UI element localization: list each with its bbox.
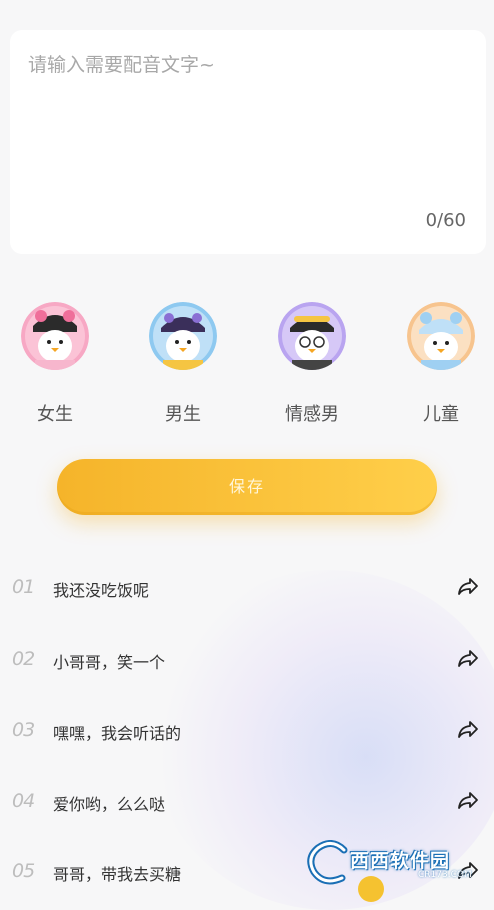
phrase-number: 01 bbox=[12, 576, 35, 598]
voice-label-male: 男生 bbox=[165, 404, 201, 425]
share-icon[interactable] bbox=[456, 858, 480, 882]
phrase-text: 哥哥，带我去买糖 bbox=[53, 865, 182, 884]
phrase-item[interactable]: 01 我还没吃饭呢 bbox=[0, 568, 494, 608]
phrase-number: 03 bbox=[12, 719, 35, 741]
emotional-male-avatar bbox=[278, 302, 346, 370]
phrase-item[interactable]: 03 嘿嘿，我会听话的 bbox=[0, 711, 494, 751]
phrase-number: 04 bbox=[12, 790, 35, 812]
text-input-card: 0/60 bbox=[10, 30, 486, 254]
female-avatar bbox=[21, 302, 89, 370]
phrase-text: 爱你哟，么么哒 bbox=[53, 795, 166, 814]
male-avatar bbox=[149, 302, 217, 370]
share-icon[interactable] bbox=[456, 717, 480, 741]
voice-label-female: 女生 bbox=[37, 404, 73, 425]
dubbing-text-input[interactable] bbox=[28, 46, 468, 196]
voice-option-female[interactable]: 女生 bbox=[0, 300, 110, 426]
phrase-item[interactable]: 04 爱你哟，么么哒 bbox=[0, 782, 494, 822]
phrase-number: 05 bbox=[12, 860, 35, 882]
share-icon[interactable] bbox=[456, 646, 480, 670]
phrase-number: 02 bbox=[12, 648, 35, 670]
voice-selector: 女生 男生 情感男 儿童 bbox=[0, 300, 494, 430]
floating-action-button[interactable] bbox=[358, 876, 384, 902]
child-avatar bbox=[407, 302, 475, 370]
phrase-text: 我还没吃饭呢 bbox=[53, 581, 150, 600]
save-button[interactable]: 保存 bbox=[57, 459, 437, 515]
voice-option-emotional-male[interactable]: 情感男 bbox=[257, 300, 367, 426]
voice-label-child: 儿童 bbox=[423, 404, 459, 425]
phrase-item[interactable]: 05 哥哥，带我去买糖 bbox=[0, 852, 494, 892]
phrase-text: 嘿嘿，我会听话的 bbox=[53, 724, 182, 743]
share-icon[interactable] bbox=[456, 788, 480, 812]
voice-option-child[interactable]: 儿童 bbox=[386, 300, 494, 426]
voice-option-male[interactable]: 男生 bbox=[128, 300, 238, 426]
share-icon[interactable] bbox=[456, 574, 480, 598]
voice-label-emotional-male: 情感男 bbox=[285, 404, 339, 425]
character-counter: 0/60 bbox=[425, 210, 466, 231]
phrase-text: 小哥哥，笑一个 bbox=[53, 653, 166, 672]
phrase-item[interactable]: 02 小哥哥，笑一个 bbox=[0, 640, 494, 680]
